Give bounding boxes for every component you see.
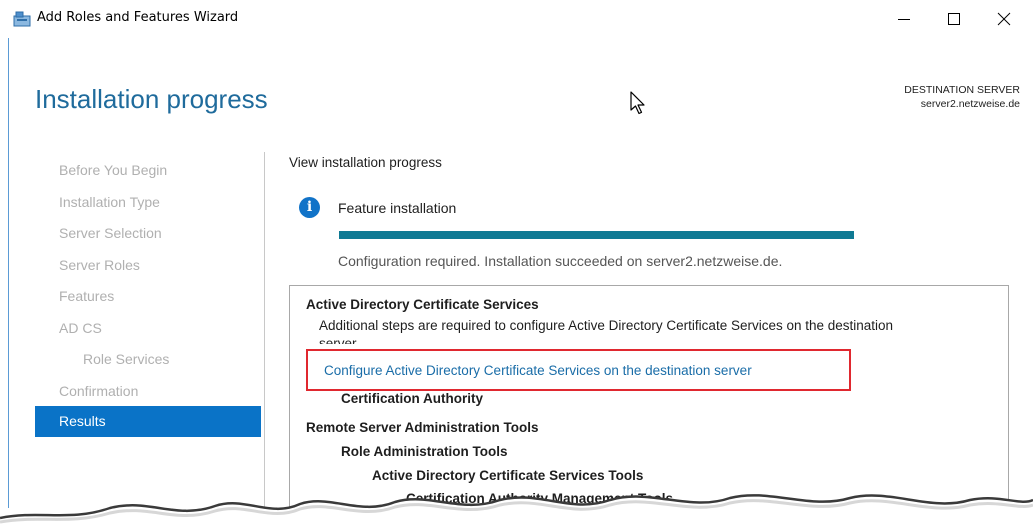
nav-item-results[interactable]: Results [35, 406, 261, 437]
window-title: Add Roles and Features Wizard [37, 10, 239, 25]
result-certification-authority: Certification Authority [341, 391, 484, 406]
nav-item-confirmation[interactable]: Confirmation [35, 376, 261, 407]
mouse-cursor-icon [630, 91, 646, 119]
nav-item-before-you-begin[interactable]: Before You Begin [35, 155, 261, 186]
nav-item-role-services[interactable]: Role Services [35, 344, 261, 375]
page-title: Installation progress [35, 84, 268, 114]
result-adcs-note: Additional steps are required to configu… [319, 318, 894, 333]
destination-server: DESTINATION SERVER server2.netzweise.de [904, 83, 1020, 111]
nav-item-installation-type[interactable]: Installation Type [35, 187, 261, 218]
minimize-icon [898, 19, 910, 20]
nav-item-features[interactable]: Features [35, 281, 261, 312]
destination-label: DESTINATION SERVER [904, 84, 1020, 96]
highlight-annotation [306, 349, 851, 391]
result-rsat-heading: Remote Server Administration Tools [306, 420, 539, 435]
window-frame [8, 38, 9, 508]
nav-item-server-roles[interactable]: Server Roles [35, 250, 261, 281]
progress-fill [339, 231, 854, 239]
installation-progress-bar [339, 231, 854, 239]
destination-server-name: server2.netzweise.de [920, 98, 1020, 110]
nav-item-server-selection[interactable]: Server Selection [35, 218, 261, 249]
server-manager-icon [13, 11, 31, 27]
feature-installation-title: Feature installation [338, 200, 457, 216]
torn-edge [0, 494, 1033, 526]
maximize-button[interactable] [931, 0, 977, 38]
close-icon [997, 12, 1011, 26]
info-icon: i [299, 197, 320, 218]
wizard-window: Add Roles and Features Wizard Installati… [0, 0, 1033, 526]
maximize-icon [948, 13, 960, 25]
nav-item-ad-cs[interactable]: AD CS [35, 313, 261, 344]
result-adcs-note-continued: server. [319, 336, 360, 344]
minimize-button[interactable] [881, 0, 927, 38]
result-adcs-heading: Active Directory Certificate Services [306, 297, 539, 312]
close-button[interactable] [981, 0, 1027, 38]
result-role-admin-tools: Role Administration Tools [341, 444, 508, 459]
section-title: View installation progress [289, 155, 442, 170]
installation-status: Configuration required. Installation suc… [338, 253, 783, 269]
title-bar[interactable]: Add Roles and Features Wizard [0, 0, 1033, 38]
